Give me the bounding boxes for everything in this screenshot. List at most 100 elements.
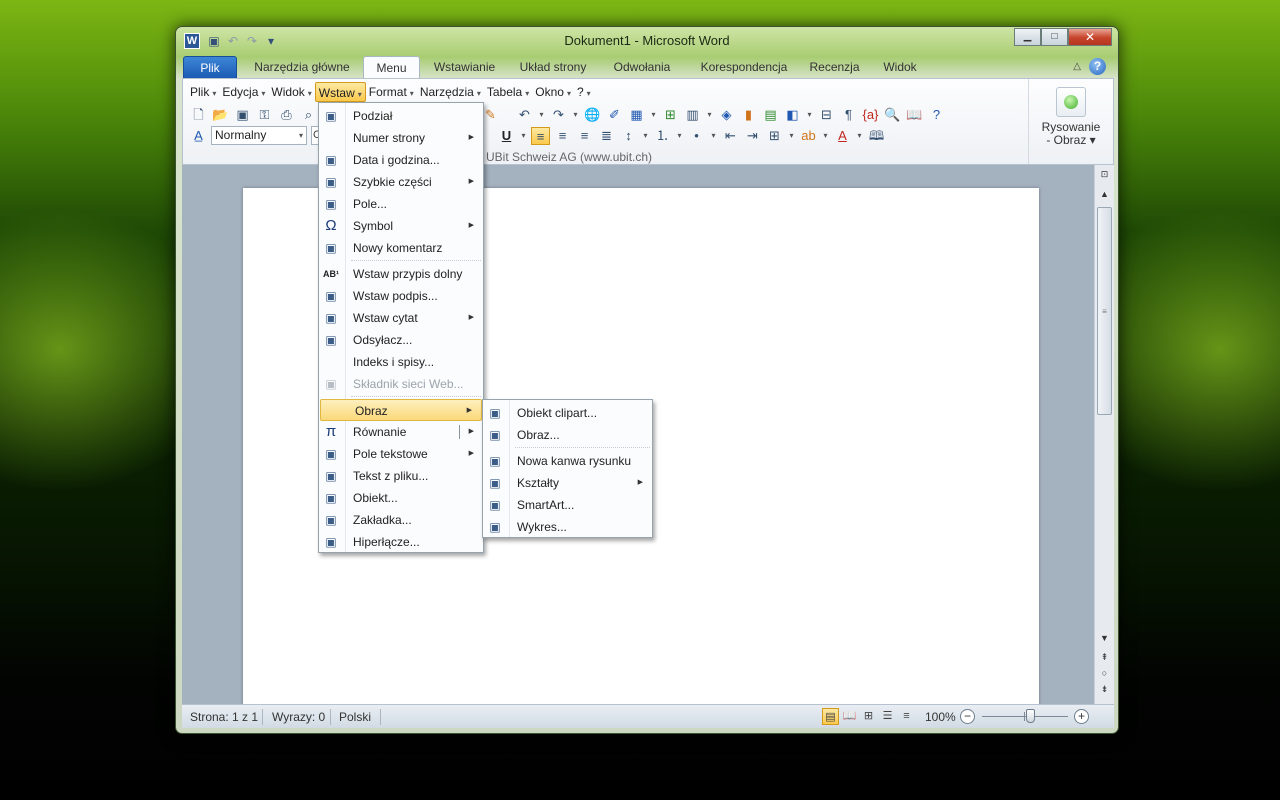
insert-table-dropdown-icon[interactable]: ▾ bbox=[649, 106, 658, 124]
insert-item-symbol[interactable]: Ω Symbol ▶ bbox=[319, 215, 483, 237]
next-page-icon[interactable]: ⇟ bbox=[1095, 684, 1114, 695]
permission-icon[interactable]: ⚿ bbox=[255, 106, 274, 124]
web-layout-icon[interactable]: ⊞ bbox=[860, 708, 877, 725]
drawing-group[interactable]: Rysowanie - Obraz ▾ bbox=[1028, 79, 1113, 164]
picture-item-wykres[interactable]: ▣ Wykres... bbox=[483, 516, 652, 538]
minimize-ribbon-icon[interactable]: △ bbox=[1073, 61, 1081, 72]
full-screen-reading-icon[interactable]: 📖 bbox=[841, 708, 858, 725]
menu-help[interactable]: ? ▾ bbox=[574, 82, 594, 102]
picture-item-nowa-kanwa-rysunku[interactable]: ▣ Nowa kanwa rysunku bbox=[483, 450, 652, 472]
status-words[interactable]: Wyrazy: 0 bbox=[272, 710, 325, 724]
tab-wstawianie[interactable]: Wstawianie bbox=[427, 56, 502, 79]
outline-view-icon[interactable]: ☰ bbox=[879, 708, 896, 725]
previous-page-icon[interactable]: ⇞ bbox=[1095, 652, 1114, 663]
bullets-icon[interactable]: • bbox=[687, 127, 706, 145]
status-page[interactable]: Strona: 1 z 1 bbox=[190, 710, 258, 724]
save-icon[interactable]: ▣ bbox=[233, 106, 252, 124]
columns-icon[interactable]: ▥ bbox=[683, 106, 702, 124]
insert-item-wstaw-cytat[interactable]: ▣ Wstaw cytat ▶ bbox=[319, 307, 483, 329]
menu-edycja[interactable]: Edycja ▾ bbox=[219, 82, 268, 102]
align-left-icon[interactable]: ≡ bbox=[531, 127, 550, 145]
minimize-button[interactable]: ▁ bbox=[1014, 28, 1041, 46]
tab-narzedzia-glowne[interactable]: Narzędzia główne bbox=[246, 56, 358, 79]
tab-odwolania[interactable]: Odwołania bbox=[610, 56, 674, 79]
insert-item-hiperlacze[interactable]: ▣ Hiperłącze... bbox=[319, 531, 483, 553]
picture-item-obiekt-clipart[interactable]: ▣ Obiekt clipart... bbox=[483, 402, 652, 424]
maximize-button[interactable]: □ bbox=[1041, 28, 1068, 46]
drawing-orb-icon[interactable] bbox=[1056, 87, 1086, 117]
insert-item-pole-tekstowe[interactable]: ▣ Pole tekstowe ▶ bbox=[319, 443, 483, 465]
styles-icon[interactable]: A̲ bbox=[189, 127, 208, 145]
shapes-icon[interactable]: ◧ bbox=[783, 106, 802, 124]
numbering-icon[interactable]: ⒈ bbox=[653, 127, 672, 145]
font-color-dropdown-icon[interactable]: ▾ bbox=[855, 127, 864, 145]
status-language[interactable]: Polski bbox=[339, 710, 371, 724]
zoom-out-button[interactable]: − bbox=[960, 709, 975, 724]
zoom-level[interactable]: 100% bbox=[925, 710, 956, 724]
insert-item-nowy-komentarz[interactable]: ▣ Nowy komentarz bbox=[319, 237, 483, 259]
insert-table-icon[interactable]: ▦ bbox=[627, 106, 646, 124]
columns-dropdown-icon[interactable]: ▾ bbox=[705, 106, 714, 124]
reading-mode-icon[interactable]: 📖 bbox=[905, 106, 924, 124]
drawing-icon[interactable]: ◈ bbox=[717, 106, 736, 124]
zoom-slider[interactable]: − + bbox=[960, 708, 1090, 726]
picture-item-ksztalty[interactable]: ▣ Kształty ▶ bbox=[483, 472, 652, 494]
tab-plik[interactable]: Plik bbox=[183, 56, 237, 79]
insert-item-indeks-i-spisy[interactable]: Indeks i spisy... bbox=[319, 351, 483, 373]
tab-korespondencja[interactable]: Korespondencja bbox=[695, 56, 793, 79]
line-spacing-icon[interactable]: ↕ bbox=[619, 127, 638, 145]
pilcrow-icon[interactable]: ¶ bbox=[839, 106, 858, 124]
decrease-indent-icon[interactable]: ⇤ bbox=[721, 127, 740, 145]
insert-item-szybkie-czesci[interactable]: ▣ Szybkie części ▶ bbox=[319, 171, 483, 193]
menu-format[interactable]: Format ▾ bbox=[366, 82, 417, 102]
font-color-button[interactable]: A bbox=[833, 127, 852, 145]
tab-recenzja[interactable]: Recenzja bbox=[808, 56, 861, 79]
borders-dropdown-icon[interactable]: ▾ bbox=[787, 127, 796, 145]
numbering-dropdown-icon[interactable]: ▾ bbox=[675, 127, 684, 145]
undo-icon[interactable]: ↶ bbox=[515, 106, 534, 124]
draft-view-icon[interactable]: ≡ bbox=[898, 708, 915, 725]
scroll-up-icon[interactable]: ▲ bbox=[1095, 189, 1114, 199]
print-layout-icon[interactable]: ▤ bbox=[822, 708, 839, 725]
tab-menu[interactable]: Menu bbox=[363, 56, 420, 80]
style-select[interactable]: Normalny ▾ bbox=[211, 126, 307, 145]
menu-narzedzia[interactable]: Narzędzia ▾ bbox=[417, 82, 484, 102]
new-document-icon[interactable]: 🗋 bbox=[189, 106, 208, 124]
underline-button[interactable]: U bbox=[497, 127, 516, 145]
print-icon[interactable]: ⎙ bbox=[277, 106, 296, 124]
insert-item-obraz[interactable]: Obraz ▶ bbox=[320, 399, 482, 421]
tab-widok[interactable]: Widok bbox=[879, 56, 921, 79]
insert-item-wstaw-podpis[interactable]: ▣ Wstaw podpis... bbox=[319, 285, 483, 307]
document-map-icon[interactable]: ⊟ bbox=[817, 106, 836, 124]
bullets-dropdown-icon[interactable]: ▾ bbox=[709, 127, 718, 145]
menu-plik[interactable]: Plik ▾ bbox=[187, 82, 219, 102]
zoom-icon[interactable]: 🔍 bbox=[883, 106, 902, 124]
insert-item-rownanie[interactable]: π Równanie ▶ bbox=[319, 421, 483, 443]
insert-item-obiekt[interactable]: ▣ Obiekt... bbox=[319, 487, 483, 509]
insert-item-tekst-z-pliku[interactable]: ▣ Tekst z pliku... bbox=[319, 465, 483, 487]
highlight-icon[interactable]: ab bbox=[799, 127, 818, 145]
menu-wstaw[interactable]: Wstaw ▾ bbox=[314, 82, 366, 102]
insert-item-wstaw-przypis-dolny[interactable]: AB¹ Wstaw przypis dolny bbox=[319, 263, 483, 285]
insert-excel-icon[interactable]: ⊞ bbox=[661, 106, 680, 124]
line-spacing-dropdown-icon[interactable]: ▾ bbox=[641, 127, 650, 145]
insert-item-data-i-godzina[interactable]: ▣ Data i godzina... bbox=[319, 149, 483, 171]
vertical-scrollbar[interactable]: ⊡ ▲ ≡ ▼ ⇞ ○ ⇟ bbox=[1094, 165, 1114, 704]
smartart-icon[interactable]: ▤ bbox=[761, 106, 780, 124]
picture-item-smartart[interactable]: ▣ SmartArt... bbox=[483, 494, 652, 516]
open-folder-icon[interactable]: 📂 bbox=[211, 106, 230, 124]
chart-icon[interactable]: ▮ bbox=[739, 106, 758, 124]
insert-item-zakladka[interactable]: ▣ Zakładka... bbox=[319, 509, 483, 531]
increase-indent-icon[interactable]: ⇥ bbox=[743, 127, 762, 145]
align-right-icon[interactable]: ≡ bbox=[575, 127, 594, 145]
print-preview-icon[interactable]: ⌕ bbox=[299, 106, 318, 124]
insert-item-numer-strony[interactable]: Numer strony ▶ bbox=[319, 127, 483, 149]
menu-tabela[interactable]: Tabela ▾ bbox=[484, 82, 532, 102]
scroll-thumb[interactable]: ≡ bbox=[1097, 207, 1112, 415]
scroll-down-icon[interactable]: ▼ bbox=[1095, 633, 1114, 643]
insert-item-odsylacz[interactable]: ▣ Odsyłacz... bbox=[319, 329, 483, 351]
reading-layout-icon[interactable]: 🕮 bbox=[867, 127, 886, 145]
insert-item-pole[interactable]: ▣ Pole... bbox=[319, 193, 483, 215]
redo-dropdown-icon[interactable]: ▾ bbox=[571, 106, 580, 124]
browse-object-icon[interactable]: ○ bbox=[1095, 668, 1114, 678]
